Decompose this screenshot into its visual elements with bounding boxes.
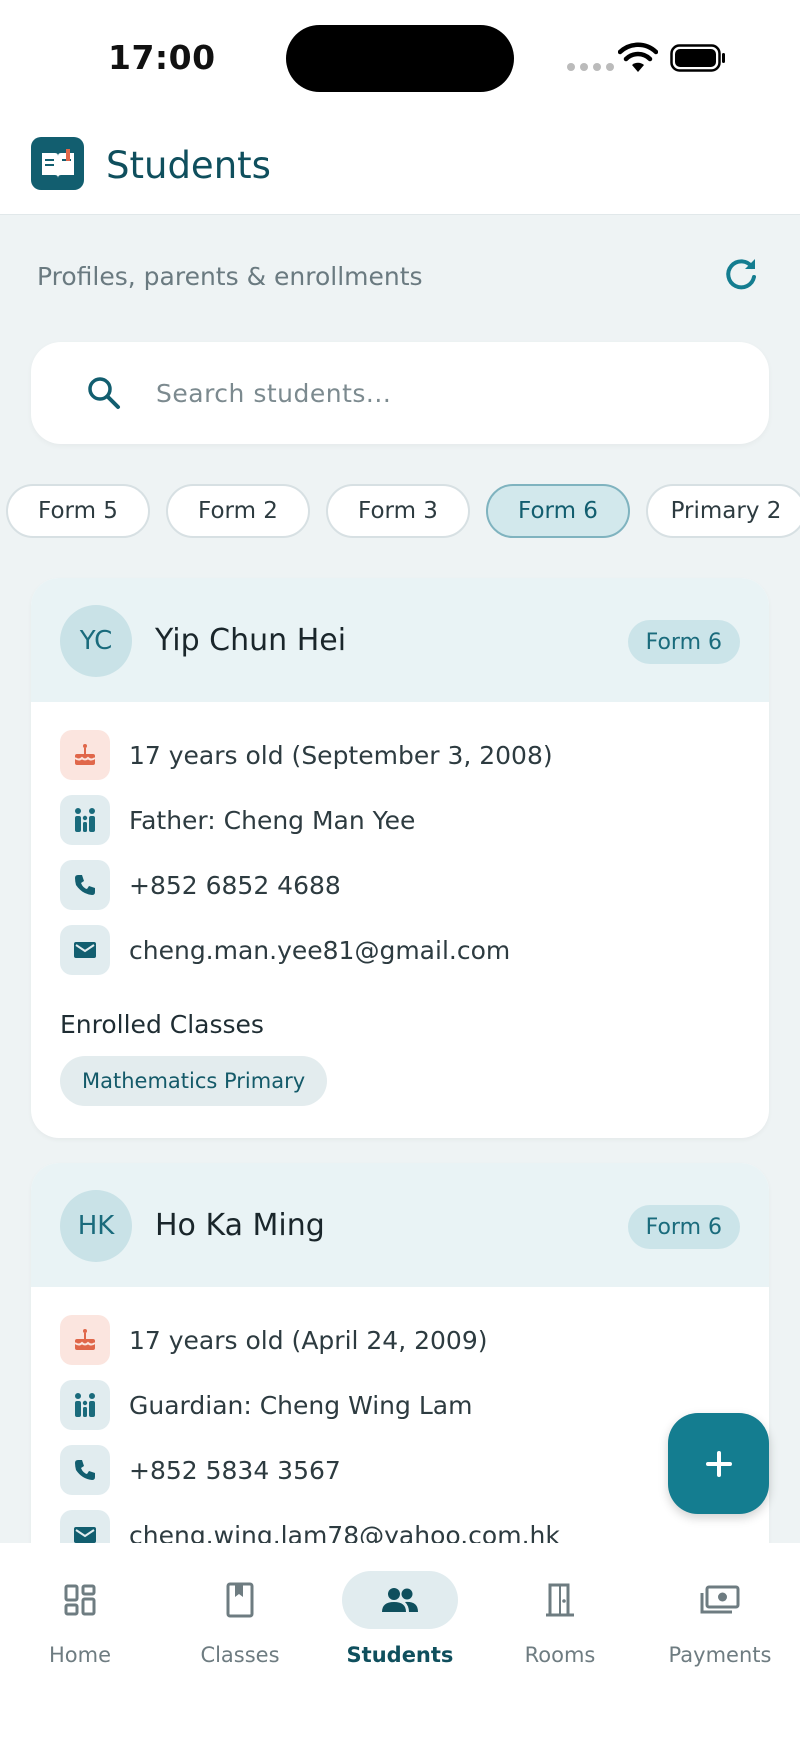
- refresh-icon[interactable]: [722, 255, 760, 293]
- phone-icon: [60, 1445, 110, 1495]
- app-logo-icon: [31, 137, 84, 190]
- search-bar[interactable]: [31, 342, 769, 444]
- student-phone[interactable]: +852 6852 4688: [129, 871, 341, 900]
- wifi-icon: [618, 42, 658, 72]
- student-phone[interactable]: +852 5834 3567: [129, 1456, 341, 1485]
- phone-row[interactable]: +852 6852 4688: [60, 860, 341, 910]
- app-header: Students: [0, 108, 800, 215]
- student-card[interactable]: YC Yip Chun Hei Form 6 17 years old (Sep…: [31, 578, 769, 1138]
- student-name: Yip Chun Hei: [155, 623, 347, 658]
- family-icon: [60, 795, 110, 845]
- filter-chip-form-3[interactable]: Form 3: [326, 484, 470, 538]
- avatar: HK: [60, 1190, 132, 1262]
- dynamic-island: [286, 25, 514, 92]
- student-age: 17 years old (September 3, 2008): [129, 740, 553, 770]
- nav-classes[interactable]: Classes: [160, 1571, 320, 1681]
- family-icon: [60, 1380, 110, 1430]
- plus-icon: [705, 1450, 732, 1477]
- parent-row: Father: Cheng Man Yee: [60, 795, 415, 845]
- student-age: 17 years old (April 24, 2009): [129, 1325, 488, 1355]
- people-icon: [342, 1571, 458, 1629]
- nav-label: Students: [346, 1643, 454, 1667]
- dashboard-icon: [22, 1571, 138, 1629]
- form-badge: Form 6: [627, 1205, 740, 1249]
- door-icon: [502, 1571, 618, 1629]
- status-bar: 17:00: [0, 0, 800, 108]
- email-icon: [60, 925, 110, 975]
- search-input[interactable]: [126, 342, 726, 444]
- filter-chip-primary-2[interactable]: Primary 2: [646, 484, 800, 538]
- nav-label: Home: [48, 1643, 111, 1667]
- student-name: Ho Ka Ming: [155, 1208, 325, 1243]
- phone-icon: [60, 860, 110, 910]
- nav-label: Classes: [200, 1643, 280, 1667]
- filter-chip-form-2[interactable]: Form 2: [166, 484, 310, 538]
- age-row: 17 years old (September 3, 2008): [60, 730, 553, 780]
- cellular-signal-icon: [567, 63, 614, 71]
- form-badge: Form 6: [627, 620, 740, 664]
- student-parent: Father: Cheng Man Yee: [129, 805, 416, 835]
- filter-chip-form-5[interactable]: Form 5: [6, 484, 150, 538]
- cake-icon: [60, 730, 110, 780]
- nav-rooms[interactable]: Rooms: [480, 1571, 640, 1681]
- class-pill[interactable]: Mathematics Primary: [60, 1056, 328, 1106]
- nav-home[interactable]: Home: [0, 1571, 160, 1681]
- student-card[interactable]: HK Ho Ka Ming Form 6 17 years old (April…: [31, 1163, 769, 1583]
- nav-payments[interactable]: Payments: [640, 1571, 800, 1681]
- payments-icon: [662, 1571, 778, 1629]
- cake-icon: [60, 1315, 110, 1365]
- status-time: 17:00: [108, 38, 216, 77]
- book-icon: [182, 1571, 298, 1629]
- nav-label: Payments: [668, 1643, 772, 1667]
- age-row: 17 years old (April 24, 2009): [60, 1315, 487, 1365]
- student-parent: Guardian: Cheng Wing Lam: [129, 1390, 473, 1420]
- filter-chip-form-6[interactable]: Form 6: [486, 484, 630, 538]
- student-card-header: YC Yip Chun Hei Form 6: [31, 578, 769, 702]
- avatar: YC: [60, 605, 132, 677]
- parent-row: Guardian: Cheng Wing Lam: [60, 1380, 472, 1430]
- bottom-navigation: Home Classes Students Rooms Payments: [0, 1543, 800, 1738]
- filter-chips: Form 5 Form 2 Form 3 Form 6 Primary 2: [0, 484, 800, 540]
- nav-students[interactable]: Students: [320, 1571, 480, 1681]
- page-title: Students: [106, 144, 271, 187]
- phone-row[interactable]: +852 5834 3567: [60, 1445, 341, 1495]
- student-email[interactable]: cheng.man.yee81@gmail.com: [129, 936, 510, 965]
- page-subtitle: Profiles, parents & enrollments: [37, 262, 423, 291]
- add-student-button[interactable]: [668, 1413, 769, 1514]
- search-icon: [88, 377, 120, 409]
- nav-label: Rooms: [524, 1643, 596, 1667]
- battery-icon: [670, 44, 725, 72]
- email-row[interactable]: cheng.man.yee81@gmail.com: [60, 925, 510, 975]
- enrolled-classes-label: Enrolled Classes: [60, 1010, 264, 1039]
- student-card-header: HK Ho Ka Ming Form 6: [31, 1163, 769, 1287]
